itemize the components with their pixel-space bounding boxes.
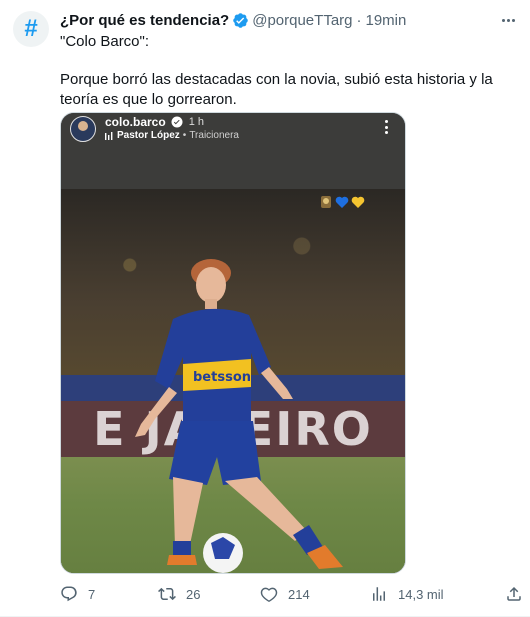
story-photo: E JANEIRO betsson: [61, 189, 405, 573]
story-music: Pastor López • Traicionera: [105, 130, 239, 141]
like-button[interactable]: 214: [260, 585, 310, 603]
like-icon: [260, 587, 278, 603]
music-bars-icon: [105, 131, 113, 140]
separator-dot: ·: [356, 11, 362, 29]
action-bar: 7 26 214 14,3 mil: [60, 584, 525, 604]
hashtag-icon: #: [24, 15, 38, 42]
tweet[interactable]: # ¿Por qué es tendencia? @porqueTTarg · …: [0, 0, 530, 617]
display-name[interactable]: ¿Por qué es tendencia?: [60, 12, 229, 29]
verified-icon: [233, 12, 248, 28]
tweet-text-body: Porque borró las destacadas con la novia…: [60, 71, 493, 108]
retweet-button[interactable]: 26: [158, 585, 200, 603]
avatar[interactable]: #: [13, 11, 49, 47]
story-time: 1 h: [188, 116, 204, 128]
yellow-heart-icon: [351, 196, 365, 208]
story-separator: •: [182, 130, 187, 141]
views-count: 14,3 mil: [398, 586, 444, 602]
reply-count: 7: [88, 586, 96, 602]
football-player: betsson: [135, 259, 343, 573]
share-icon: [507, 586, 521, 601]
retweet-icon: [158, 587, 176, 601]
views-icon: [373, 587, 385, 601]
reply-button[interactable]: 7: [60, 585, 95, 603]
more-icon[interactable]: [498, 10, 518, 30]
reply-icon: [61, 586, 77, 602]
story-verified-icon: [171, 116, 183, 128]
retweet-count: 26: [186, 586, 201, 602]
story-username-row: colo.barco 1 h: [105, 115, 204, 129]
blue-heart-icon: [335, 196, 349, 208]
story-more-icon: [385, 120, 389, 134]
story-track: Traicionera: [189, 130, 239, 141]
tweet-text-heading: "Colo Barco":: [60, 33, 150, 50]
story-stickers: [319, 195, 365, 209]
views-button[interactable]: 14,3 mil: [370, 585, 444, 603]
story-username: colo.barco: [105, 115, 166, 129]
media-image[interactable]: colo.barco 1 h Pastor López • Traicioner…: [60, 112, 406, 574]
timestamp[interactable]: 19min: [366, 12, 407, 29]
shirt-text: betsson: [193, 370, 251, 385]
like-count: 214: [288, 586, 310, 602]
tweet-header: ¿Por qué es tendencia? @porqueTTarg · 19…: [60, 10, 406, 30]
share-button[interactable]: [505, 585, 523, 603]
story-artist: Pastor López: [117, 130, 180, 141]
story-avatar: [70, 116, 96, 142]
story-header: colo.barco 1 h Pastor López • Traicioner…: [61, 113, 405, 189]
handle[interactable]: @porqueTTarg: [252, 12, 352, 29]
trophy-sticker-icon: [321, 196, 331, 208]
